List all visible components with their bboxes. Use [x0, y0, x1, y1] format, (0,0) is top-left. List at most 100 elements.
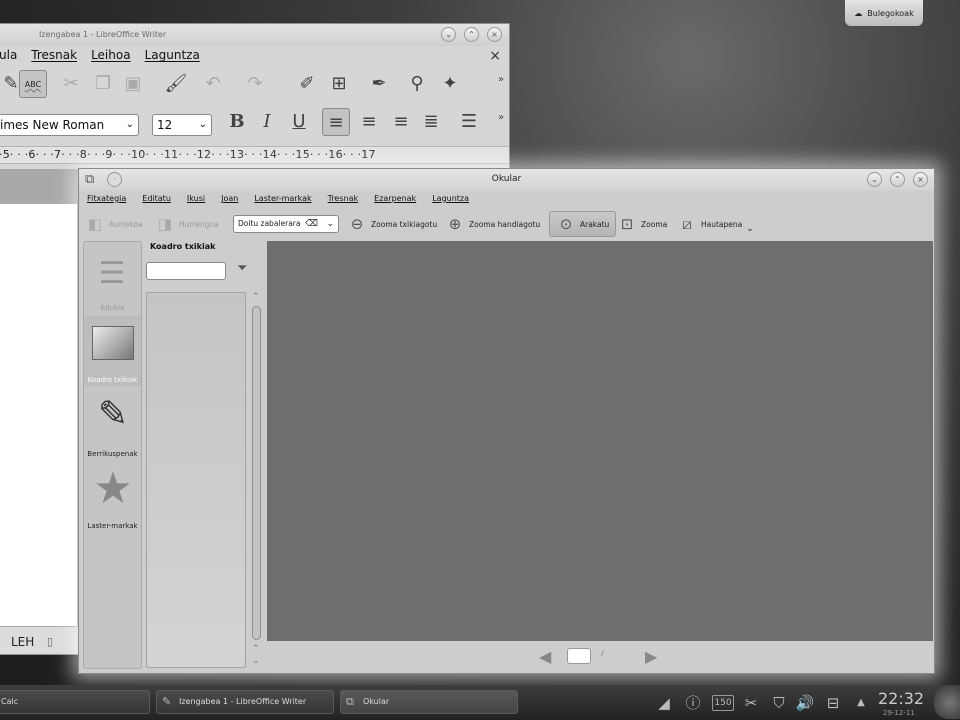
arrow-right-icon: ◨	[157, 215, 173, 233]
autospellcheck-button[interactable]: ABC	[19, 70, 47, 98]
insert-table-icon[interactable]: ⊞	[327, 72, 351, 96]
kickoff-menu-button[interactable]	[934, 686, 960, 719]
scrollbar-track[interactable]	[252, 306, 261, 640]
scroll-up-icon[interactable]: ⌃	[252, 644, 260, 654]
sidebar-item-reviews[interactable]: ✎ Berrikuspenak	[84, 390, 141, 460]
menu-laguntza[interactable]: Laguntza	[145, 48, 200, 66]
minimize-button[interactable]: ⌄	[867, 172, 882, 187]
filter-icon[interactable]: ⏷	[237, 261, 257, 281]
menu-fitxategia[interactable]: Fitxategia	[87, 194, 126, 208]
copy-icon[interactable]: ❐	[91, 72, 115, 96]
menu-leihoa[interactable]: Leihoa	[91, 48, 131, 66]
numbering-icon[interactable]: ☰	[457, 110, 481, 134]
menu-laguntza[interactable]: Laguntza	[432, 194, 469, 208]
clock-time[interactable]: 22:32	[878, 689, 924, 708]
document-close-button[interactable]: ×	[489, 48, 501, 64]
draw-functions-icon[interactable]: ✐	[295, 72, 319, 96]
page-style-icon[interactable]: ▯	[47, 635, 53, 648]
zoom-in-icon: ⊕	[448, 215, 462, 233]
clock-date: 29-12-11	[883, 709, 915, 717]
menu-joan[interactable]: Joan	[221, 194, 238, 208]
zoom-mode-select[interactable]: Doitu zabalerara ⌫ ⌄	[233, 215, 339, 233]
sidebar-item-bookmarks[interactable]: ★ Laster-markak	[84, 462, 141, 532]
okular-window: ⧉ · Okular ⌄ ⌃ × Fitxategia Editatu Ikus…	[78, 168, 935, 674]
maximize-button[interactable]: ⌃	[890, 172, 905, 187]
toolbar-overflow-icon[interactable]: »	[489, 68, 509, 92]
zoom-tool-button[interactable]: ⊡ Zooma	[617, 211, 668, 237]
security-shield-icon[interactable]: ⛉	[768, 692, 790, 714]
next-page-arrow-icon[interactable]: ▶	[645, 647, 657, 666]
previous-page-arrow-icon[interactable]: ◀	[539, 647, 551, 666]
maximize-button[interactable]: ⌃	[464, 27, 479, 42]
thumbnail-scrollbar[interactable]: ⌃ ⌃ ⌄	[250, 292, 263, 668]
task-writer[interactable]: ✎ Izengabea 1 - LibreOffice Writer	[156, 690, 334, 714]
underline-icon[interactable]: U	[287, 110, 311, 134]
info-icon[interactable]: ⓘ	[682, 692, 704, 714]
scroll-down-icon[interactable]: ⌄	[252, 656, 260, 666]
document-view[interactable]	[267, 241, 933, 641]
align-right-icon[interactable]: ≡	[389, 110, 413, 134]
navigator-icon[interactable]: ✦	[438, 72, 462, 96]
clone-formatting-icon[interactable]: 🖌	[164, 72, 188, 96]
undo-icon[interactable]: ↶	[201, 72, 225, 96]
okular-menubar: Fitxategia Editatu Ikusi Joan Laster-mar…	[87, 194, 485, 208]
close-button[interactable]: ×	[487, 27, 502, 42]
bold-icon[interactable]: B	[225, 110, 249, 134]
thumbnail-list[interactable]	[146, 292, 246, 668]
keyboard-layout-icon[interactable]: 150	[712, 695, 734, 711]
okular-titlebar[interactable]: ⧉ · Okular ⌄ ⌃ ×	[79, 169, 934, 191]
selection-tool-button[interactable]: ⧄ Hautapena ⌄	[677, 211, 754, 237]
sidebar-item-contents[interactable]: ☰ Edukia	[84, 244, 141, 314]
desktop-activities-button[interactable]: ☁ Bulegokoak	[845, 0, 923, 26]
font-size-select[interactable]: 12 ⌄	[152, 114, 212, 136]
status-language[interactable]: LEH	[11, 635, 34, 649]
document-page[interactable]	[0, 204, 77, 636]
page-number-input[interactable]	[567, 648, 591, 664]
zoom-out-label: Zooma txikiagotu	[371, 219, 438, 229]
redo-icon[interactable]: ↷	[243, 72, 267, 96]
menu-ikusi[interactable]: Ikusi	[187, 194, 205, 208]
show-draw-functions-icon[interactable]: ✒	[367, 72, 391, 96]
ruler-markings: ·5· · ·6· · ·7· · ·8· · ·9· · ·10· · ·11…	[0, 148, 376, 161]
network-manager-icon[interactable]: ⊟	[822, 692, 844, 714]
menu-tresnak[interactable]: Tresnak	[31, 48, 77, 66]
menu-ula[interactable]: ula	[0, 48, 17, 66]
tray-expand-icon[interactable]: ▲	[850, 692, 872, 714]
align-left-icon[interactable]: ≡	[322, 108, 350, 136]
page-separator: /	[601, 649, 604, 658]
clear-icon[interactable]: ⌫	[305, 216, 318, 232]
task-calc[interactable]: Calc	[0, 690, 150, 714]
minimize-button[interactable]: ⌄	[441, 27, 456, 42]
network-signal-icon[interactable]: ◢	[650, 692, 678, 714]
horizontal-ruler[interactable]: ·5· · ·6· · ·7· · ·8· · ·9· · ·10· · ·11…	[0, 146, 509, 164]
zoom-in-button[interactable]: ⊕ Zooma handiagotu	[445, 211, 541, 237]
font-name-select[interactable]: imes New Roman ⌄	[0, 114, 139, 136]
close-button[interactable]: ×	[913, 172, 928, 187]
writer-formatting-toolbar: imes New Roman ⌄ 12 ⌄ B I U ≡ ≡ ≡ ≣ ☰ »	[0, 106, 509, 140]
toolbar-overflow-icon[interactable]: »	[489, 106, 509, 130]
scroll-up-icon[interactable]: ⌃	[252, 292, 260, 302]
sidebar-item-label: Edukia	[100, 304, 125, 312]
justify-icon[interactable]: ≣	[419, 110, 443, 134]
klipper-icon[interactable]: ✂	[740, 692, 762, 714]
paste-icon[interactable]: ▣	[121, 72, 145, 96]
align-center-icon[interactable]: ≡	[357, 110, 381, 134]
menu-ezarpenak[interactable]: Ezarpenak	[374, 194, 416, 208]
cut-icon[interactable]: ✂	[59, 72, 83, 96]
italic-icon[interactable]: I	[255, 110, 279, 134]
zoom-out-button[interactable]: ⊖ Zooma txikiagotu	[347, 211, 437, 237]
volume-icon[interactable]: 🔊	[794, 692, 816, 714]
task-okular[interactable]: ⧉ Okular	[340, 690, 518, 714]
menu-laster-markak[interactable]: Laster-markak	[254, 194, 311, 208]
browse-tool-button[interactable]: ⊙ Arakatu	[549, 211, 617, 237]
zoom-rect-icon: ⊡	[620, 215, 634, 233]
menu-editatu[interactable]: Editatu	[142, 194, 171, 208]
next-page-button[interactable]: ◨ Hurrengoa	[155, 211, 219, 237]
find-replace-icon[interactable]: ⚲	[405, 72, 429, 96]
chevron-down-icon[interactable]: ⌄	[746, 224, 754, 234]
thumbnail-search-input[interactable]	[146, 262, 226, 280]
previous-page-button[interactable]: ◧ Aurrekoa	[85, 211, 143, 237]
writer-titlebar[interactable]: Izengabea 1 - LibreOffice Writer ⌄ ⌃ ×	[0, 24, 509, 46]
menu-tresnak[interactable]: Tresnak	[328, 194, 359, 208]
sidebar-item-thumbnails[interactable]: Koadro txikiak	[84, 316, 141, 386]
